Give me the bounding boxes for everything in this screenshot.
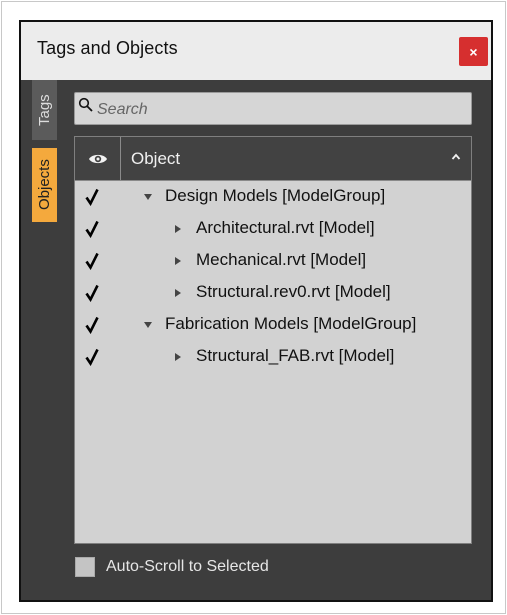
tree-row[interactable]: Structural.rev0.rvt [Model] [75,279,471,311]
visibility-column-header[interactable] [75,137,121,180]
check-icon [85,188,99,206]
visibility-checkbox[interactable] [82,346,102,368]
tree-row[interactable]: Fabrication Models [ModelGroup] [75,311,471,343]
tree-row-label: Design Models [ModelGroup] [165,186,386,205]
visibility-checkbox[interactable] [82,218,102,240]
expanded-triangle-icon[interactable] [143,192,153,202]
objects-content: Object Design Models [ModelGroup] A [74,92,474,544]
tree-row-label: Fabrication Models [ModelGroup] [165,314,417,333]
check-icon [85,252,99,270]
visibility-checkbox[interactable] [82,282,102,304]
visibility-checkbox[interactable] [82,186,102,208]
tree-row-label: Mechanical.rvt [Model] [196,250,367,269]
window-title: Tags and Objects [37,38,178,58]
auto-scroll-checkbox[interactable] [75,557,95,577]
tree-row[interactable]: Structural_FAB.rvt [Model] [75,343,471,375]
check-icon [85,284,99,302]
tab-objects-label: Objects [36,159,53,211]
search-icon [78,97,93,112]
collapsed-triangle-icon[interactable] [173,224,183,234]
tree-row-label: Structural_FAB.rvt [Model] [196,346,395,365]
close-button[interactable]: × [459,37,488,66]
title-bar[interactable]: Tags and Objects × [21,22,491,80]
visibility-checkbox[interactable] [82,250,102,272]
check-icon [85,220,99,238]
visibility-checkbox[interactable] [82,314,102,336]
tab-objects[interactable]: Objects [32,148,57,222]
collapsed-triangle-icon[interactable] [173,352,183,362]
collapsed-triangle-icon[interactable] [173,288,183,298]
tree-header: Object [75,137,471,181]
tab-tags[interactable]: Tags [32,80,57,140]
tree-row-label: Architectural.rvt [Model] [196,218,375,237]
eye-icon [88,154,107,163]
check-icon [85,316,99,334]
tags-and-objects-panel: Tags and Objects × Tags Objects Search O… [19,20,493,602]
tree-row[interactable]: Mechanical.rvt [Model] [75,247,471,279]
search-input[interactable] [97,100,457,120]
collapsed-triangle-icon[interactable] [173,256,183,266]
check-icon [85,348,99,366]
object-column-header[interactable]: Object [131,149,180,169]
tab-tags-label: Tags [36,94,53,126]
search-box[interactable] [74,92,472,125]
tree-row-label: Structural.rev0.rvt [Model] [196,282,391,301]
tree-row[interactable]: Architectural.rvt [Model] [75,215,471,247]
expanded-triangle-icon[interactable] [143,320,153,330]
tree-row[interactable]: Design Models [ModelGroup] [75,183,471,215]
close-icon: × [469,43,478,60]
auto-scroll-label[interactable]: Auto-Scroll to Selected [106,558,269,576]
sort-up-icon[interactable] [451,152,461,162]
object-tree: Object Design Models [ModelGroup] Archit… [74,136,472,544]
